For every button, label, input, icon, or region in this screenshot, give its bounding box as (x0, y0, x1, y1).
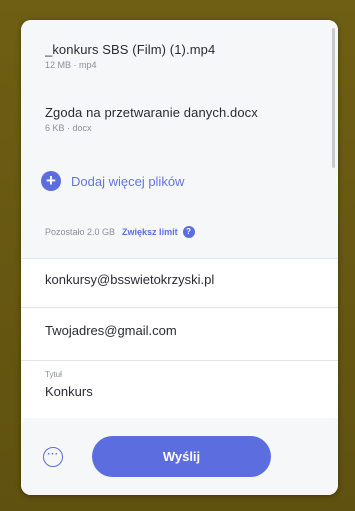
file-list-scrollbar[interactable] (332, 28, 335, 168)
storage-limit: Pozostało 2.0 GB Zwiększ limit ? (45, 226, 195, 238)
recipient-email-field[interactable]: konkursy@bsswietokrzyski.pl (45, 272, 325, 287)
file-name: Zgoda na przetwaranie danych.docx (45, 105, 258, 120)
file-item[interactable]: Zgoda na przetwaranie danych.docx 6 KB ·… (45, 105, 315, 133)
ellipsis-icon[interactable]: ··· (43, 447, 63, 467)
divider (21, 258, 338, 259)
file-meta: 6 KB · docx (45, 123, 92, 133)
title-field[interactable]: Konkurs (45, 384, 325, 399)
remaining-space: Pozostało 2.0 GB (45, 227, 116, 237)
divider (21, 307, 338, 308)
plus-icon: + (41, 171, 61, 191)
increase-limit-link[interactable]: Zwiększ limit (122, 227, 178, 237)
add-more-files-button[interactable]: + Dodaj więcej plików (41, 171, 184, 191)
transfer-panel: _konkurs SBS (Film) (1).mp4 12 MB · mp4 … (21, 20, 338, 495)
file-name: _konkurs SBS (Film) (1).mp4 (45, 42, 216, 57)
file-meta: 12 MB · mp4 (45, 60, 97, 70)
info-icon[interactable]: ? (182, 226, 195, 238)
add-more-label: Dodaj więcej plików (71, 173, 185, 189)
divider (21, 360, 338, 361)
title-label: Tytuł (45, 370, 62, 379)
send-button[interactable]: Wyślij (92, 436, 271, 477)
file-list: _konkurs SBS (Film) (1).mp4 12 MB · mp4 … (21, 20, 338, 258)
sender-email-field[interactable]: Twojadres@gmail.com (45, 323, 325, 338)
file-item[interactable]: _konkurs SBS (Film) (1).mp4 12 MB · mp4 (45, 42, 315, 70)
